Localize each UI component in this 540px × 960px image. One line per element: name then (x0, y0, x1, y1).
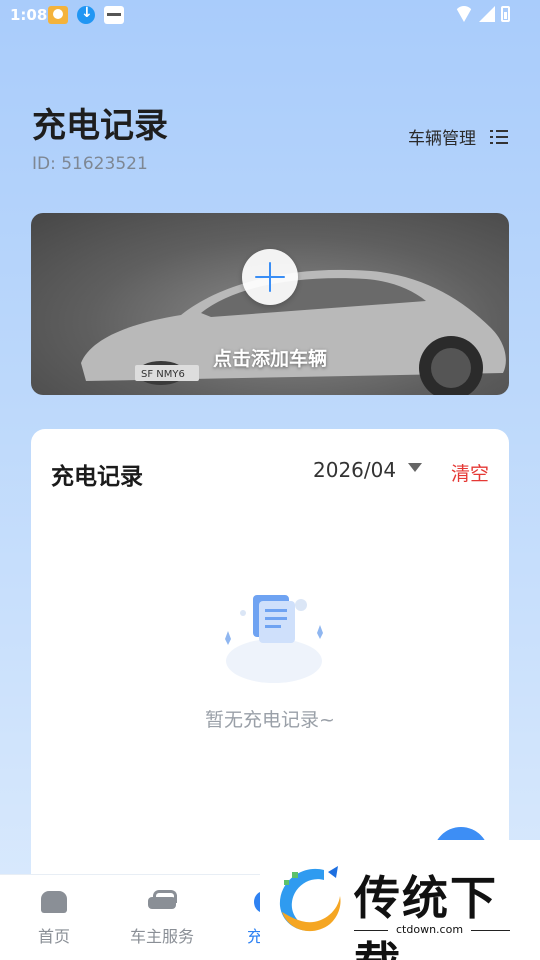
month-select[interactable]: 2026/04 (313, 458, 423, 482)
watermark: 传统下载 ctdown.com (260, 840, 540, 960)
vehicle-management-label: 车辆管理 (408, 129, 476, 149)
month-value: 2026/04 (313, 458, 397, 482)
nav-item-home[interactable]: 首页 (9, 889, 99, 947)
download-icon (77, 5, 95, 24)
clear-button[interactable]: 清空 (451, 459, 489, 486)
system-icons (455, 6, 510, 22)
records-title: 充电记录 (51, 464, 143, 490)
add-vehicle-card[interactable]: SF NMY6 点击添加车辆 (31, 213, 509, 395)
page-title: 充电记录 (32, 106, 168, 146)
battery-icon (501, 6, 510, 22)
nav-label-home: 首页 (37, 927, 70, 946)
watermark-url: ctdown.com (388, 923, 472, 936)
card-notification-icon (104, 6, 124, 24)
wifi-icon (455, 6, 473, 22)
empty-document-icon (225, 595, 323, 683)
nav-label-owner-service: 车主服务 (129, 927, 194, 946)
charging-records-card: 充电记录 2026/04 清空 暂无充电记录~ (31, 429, 509, 899)
dropdown-arrow-icon (408, 462, 423, 472)
vehicle-management-button[interactable]: 车辆管理 (408, 124, 508, 149)
car-icon (148, 889, 177, 913)
plus-icon[interactable] (242, 249, 298, 305)
status-bar: 1:08 (0, 0, 540, 32)
watermark-logo-icon (279, 866, 341, 932)
nav-item-owner-service[interactable]: 车主服务 (117, 889, 207, 947)
signal-icon (479, 6, 495, 22)
watermark-text: 传统下载 (354, 871, 498, 960)
list-icon (490, 129, 508, 144)
app-notification-icon (48, 6, 68, 24)
add-vehicle-label: 点击添加车辆 (212, 348, 327, 370)
status-time: 1:08 (10, 6, 48, 24)
empty-state-text: 暂无充电记录~ (205, 709, 335, 731)
home-icon (41, 889, 67, 913)
user-id: ID: 51623521 (32, 154, 148, 174)
